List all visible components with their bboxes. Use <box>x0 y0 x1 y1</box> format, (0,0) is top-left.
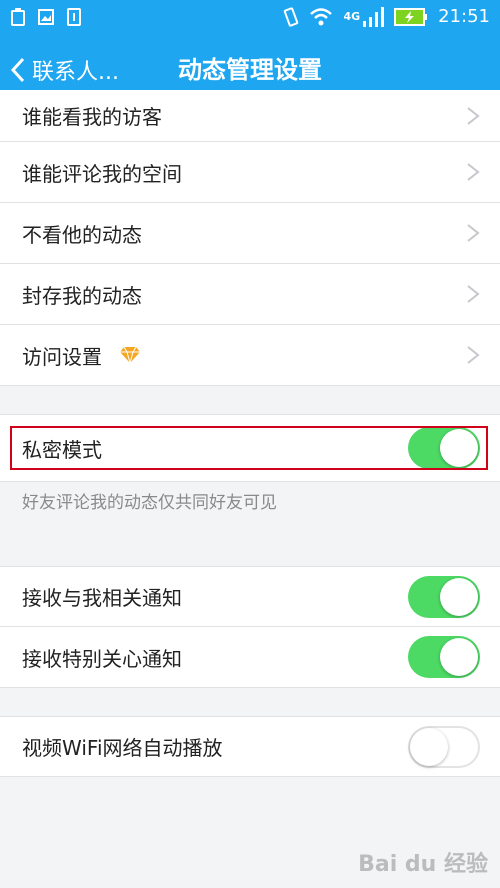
settings-item-wifi-autoplay: 视频WiFi网络自动播放 <box>0 716 500 777</box>
chevron-right-icon <box>467 163 480 181</box>
wifi-autoplay-toggle[interactable] <box>408 725 480 768</box>
status-left-icons <box>10 8 82 26</box>
settings-item-archive-feeds[interactable]: 封存我的动态 <box>0 264 500 325</box>
signal-icon <box>363 6 385 27</box>
chevron-right-icon <box>467 346 480 364</box>
settings-item-private-mode: 私密模式 <box>0 414 500 482</box>
private-mode-toggle[interactable] <box>408 427 480 469</box>
settings-item-visitors[interactable]: 谁能看我的访客 <box>0 90 500 142</box>
access-settings-label: 访问设置 <box>22 344 102 369</box>
settings-item-hide-feeds[interactable]: 不看他的动态 <box>0 203 500 264</box>
battery-charging-icon <box>394 7 428 26</box>
settings-item-comment-space[interactable]: 谁能评论我的空间 <box>0 142 500 203</box>
settings-item-label: 接收与我相关通知 <box>22 586 182 610</box>
image-icon <box>38 9 54 25</box>
vibrate-icon <box>284 6 299 27</box>
toggle-knob <box>440 638 478 676</box>
settings-item-label: 封存我的动态 <box>22 283 142 308</box>
settings-item-label: 接收特别关心通知 <box>22 646 182 671</box>
settings-item-label: 谁能看我的访客 <box>22 105 162 129</box>
network-type: 4G <box>343 10 361 23</box>
settings-item-label: 私密模式 <box>22 437 102 462</box>
settings-item-access-settings[interactable]: 访问设置 <box>0 325 500 386</box>
status-right-icons: 4G 21:51 <box>283 6 490 27</box>
settings-item-label: 不看他的动态 <box>22 222 142 247</box>
toggle-knob <box>440 577 478 616</box>
settings-item-related-notify: 接收与我相关通知 <box>0 566 500 627</box>
watermark: Bai du 经验 <box>358 852 488 877</box>
toggle-knob <box>410 727 448 766</box>
toggle-knob <box>440 429 478 467</box>
settings-item-label: 视频WiFi网络自动播放 <box>22 736 223 760</box>
diamond-icon <box>120 346 140 365</box>
chevron-right-icon <box>467 285 480 303</box>
settings-item-special-notify: 接收特别关心通知 <box>0 627 500 688</box>
settings-item-label: 谁能评论我的空间 <box>22 161 182 186</box>
page-title: 动态管理设置 <box>178 56 322 84</box>
related-notify-toggle[interactable] <box>408 575 480 618</box>
chevron-right-icon <box>467 224 480 242</box>
battery-saver-icon <box>11 8 25 26</box>
private-mode-note: 好友评论我的动态仅共同好友可见 <box>22 493 277 513</box>
sim-icon <box>67 8 81 26</box>
status-bar: 4G 21:51 <box>0 0 500 38</box>
settings-item-label: 访问设置 <box>22 325 142 385</box>
chevron-right-icon <box>467 106 480 125</box>
special-notify-toggle[interactable] <box>408 636 480 678</box>
wifi-icon <box>310 7 333 25</box>
status-time: 21:51 <box>438 6 490 27</box>
